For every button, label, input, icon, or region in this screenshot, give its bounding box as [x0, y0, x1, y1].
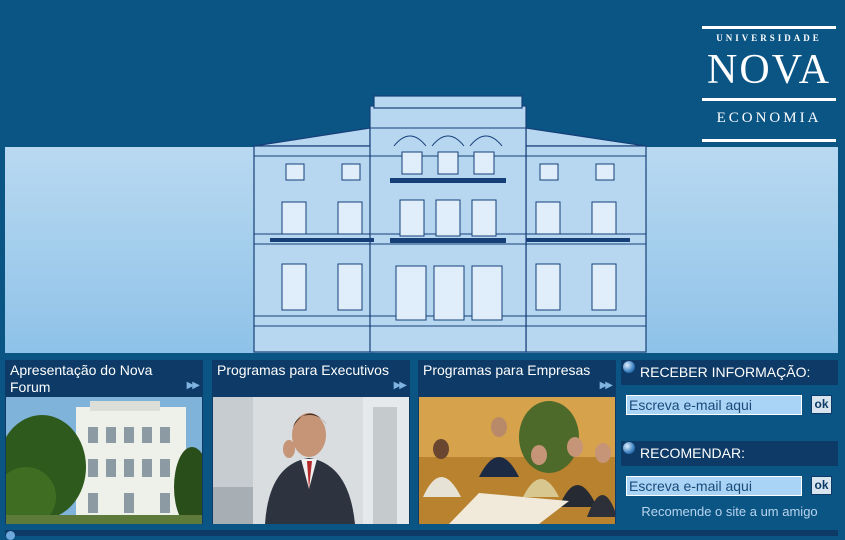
panel-executivos[interactable]: Programas para Executivos ▶▶ — [212, 360, 410, 524]
photo-villa — [6, 397, 202, 524]
receive-info-header: RECEBER INFORMAÇÃO: — [621, 360, 838, 385]
bullet-icon — [623, 442, 635, 454]
panel-title[interactable]: Programas para Executivos — [217, 362, 389, 379]
logo-rule-top — [702, 26, 836, 29]
panel-empresas[interactable]: Programas para Empresas ▶▶ — [418, 360, 616, 524]
bottom-strip — [5, 530, 838, 540]
logo-line-nova: NOVA — [707, 47, 831, 93]
double-chevron-right-icon[interactable]: ▶▶ — [394, 380, 407, 391]
recommend-header: RECOMENDAR: — [621, 441, 838, 466]
receive-info-label: RECEBER INFORMAÇÃO: — [640, 364, 811, 380]
recommend-label: RECOMENDAR: — [640, 445, 746, 461]
bullet-icon — [623, 361, 635, 373]
sidebar: RECEBER INFORMAÇÃO: ok RECOMENDAR: ok Re… — [621, 360, 838, 528]
building-illustration — [253, 95, 647, 353]
receive-email-input[interactable] — [626, 395, 802, 415]
photo-executive — [213, 397, 409, 524]
logo-rule-bottom — [702, 139, 836, 142]
panel-title[interactable]: Programas para Empresas — [423, 362, 595, 379]
recommend-ok-button[interactable]: ok — [811, 476, 832, 495]
double-chevron-right-icon[interactable]: ▶▶ — [600, 380, 613, 391]
recommend-site-link[interactable]: Recomende o site a um amigo — [621, 504, 838, 519]
logo-rule-middle — [702, 98, 836, 101]
photo-meeting — [419, 397, 615, 524]
recommend-email-input[interactable] — [626, 476, 802, 496]
logo-line-economia: ECONOMIA — [716, 110, 822, 126]
receive-ok-button[interactable]: ok — [811, 395, 832, 414]
logo-line-universidade: UNIVERSIDADE — [716, 33, 822, 43]
panel-apresentacao[interactable]: Apresentação do Nova Forum ▶▶ — [5, 360, 203, 524]
university-logo[interactable]: UNIVERSIDADE NOVA ECONOMIA — [702, 26, 836, 144]
double-chevron-right-icon[interactable]: ▶▶ — [187, 380, 200, 391]
panel-title[interactable]: Apresentação do Nova Forum — [10, 362, 182, 396]
